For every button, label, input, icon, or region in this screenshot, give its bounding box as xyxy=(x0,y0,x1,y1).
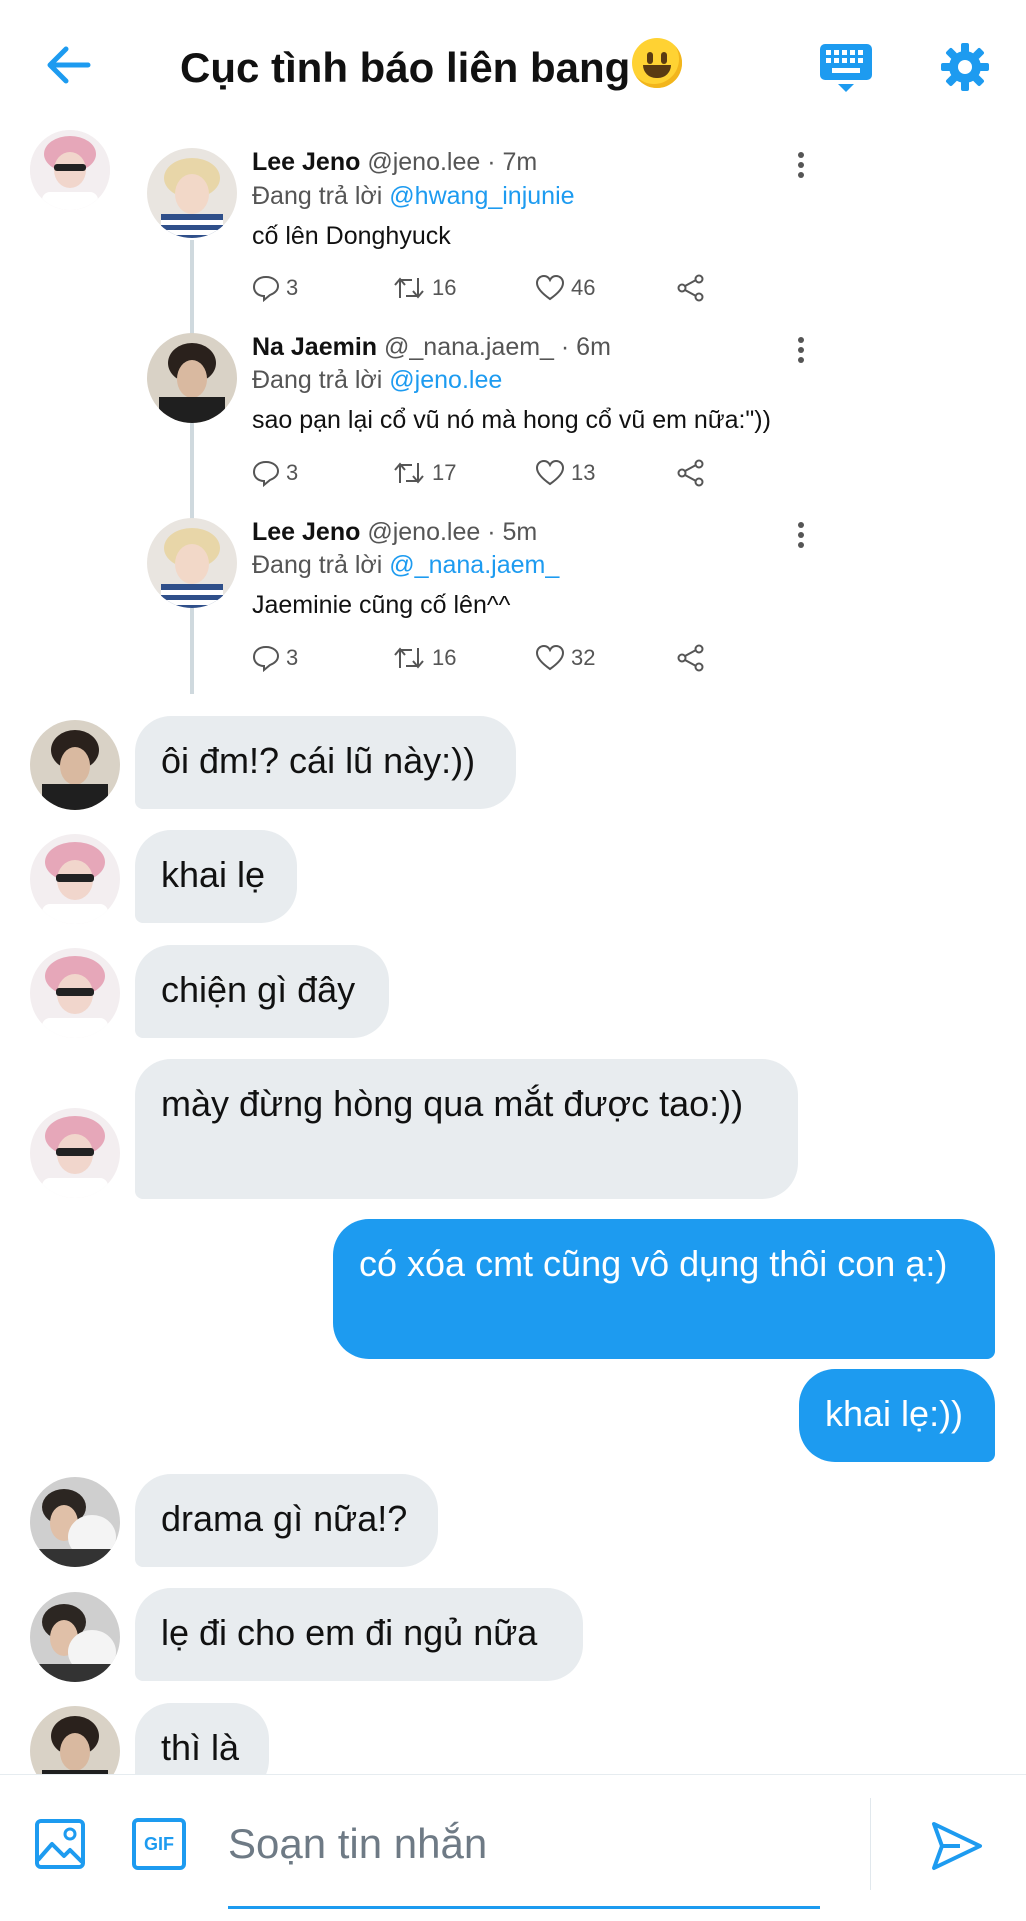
thread-connector-line xyxy=(190,240,194,694)
share-action[interactable] xyxy=(676,456,712,490)
reply-action[interactable]: 3 xyxy=(252,456,298,490)
tweet-text: sao pạn lại cổ vũ nó mà hong cổ vũ em nữ… xyxy=(252,406,771,434)
reply-icon xyxy=(252,460,280,487)
heart-icon xyxy=(535,459,565,486)
message-bubble-incoming[interactable]: khai lẹ xyxy=(135,830,297,923)
more-options-icon[interactable] xyxy=(795,152,807,182)
tweet-header: Lee Jeno @jeno.lee · 7m xyxy=(252,148,537,177)
tweet-actions: 3 17 13 xyxy=(252,456,712,490)
composer-divider xyxy=(870,1798,871,1890)
message-bubble-incoming[interactable]: chiện gì đây xyxy=(135,945,389,1038)
reply-mention-link[interactable]: @hwang_injunie xyxy=(389,182,574,210)
tweet-actions: 3 16 46 xyxy=(252,271,712,305)
message-bubble-incoming[interactable]: mày đừng hòng qua mắt được tao:)) xyxy=(135,1059,798,1199)
heart-icon xyxy=(535,274,565,301)
arrow-left-icon[interactable] xyxy=(44,45,92,85)
reply-action[interactable]: 3 xyxy=(252,271,298,305)
replying-to: Đang trả lời @jeno.lee xyxy=(252,366,503,394)
avatar xyxy=(30,948,120,1038)
retweet-icon xyxy=(394,277,424,299)
tweet-actions: 3 16 32 xyxy=(252,641,712,675)
gif-button[interactable]: GIF xyxy=(132,1818,186,1870)
avatar xyxy=(30,720,120,810)
tweet-header: Na Jaemin @_nana.jaem_ · 6m xyxy=(252,333,611,362)
tweet-text: Jaeminie cũng cố lên^^ xyxy=(252,591,511,619)
share-icon xyxy=(677,274,704,302)
image-icon[interactable] xyxy=(34,1818,86,1870)
like-action[interactable]: 46 xyxy=(535,271,595,305)
like-action[interactable]: 32 xyxy=(535,641,595,675)
avatar xyxy=(147,333,237,423)
tweet-header: Lee Jeno @jeno.lee · 5m xyxy=(252,518,537,547)
message-bubble-incoming[interactable]: thì là xyxy=(135,1703,269,1774)
share-icon xyxy=(677,644,704,672)
more-options-icon[interactable] xyxy=(795,522,807,552)
tweet-time: · 5m xyxy=(487,518,538,546)
avatar xyxy=(147,518,237,608)
like-action[interactable]: 13 xyxy=(535,456,595,490)
message-bubble-incoming[interactable]: drama gì nữa!? xyxy=(135,1474,438,1567)
tweet-author-name: Na Jaemin xyxy=(252,333,378,361)
heart-icon xyxy=(535,644,565,671)
retweet-action[interactable]: 16 xyxy=(392,271,456,305)
reply-mention-link[interactable]: @jeno.lee xyxy=(389,366,502,394)
replying-to: Đang trả lời @_nana.jaem_ xyxy=(252,551,560,579)
input-underline xyxy=(228,1906,820,1909)
conversation-title: Cục tình báo liên bang xyxy=(180,38,683,92)
smiley-emoji-icon xyxy=(632,38,683,88)
message-input[interactable]: Soạn tin nhắn xyxy=(228,1820,487,1868)
tweet-author-name: Lee Jeno xyxy=(252,518,361,546)
message-clip: thì là xyxy=(0,1700,1026,1774)
tweet-text: cố lên Donghyuck xyxy=(252,222,451,250)
retweet-action[interactable]: 17 xyxy=(392,456,456,490)
message-bubble-incoming[interactable]: lẹ đi cho em đi ngủ nữa xyxy=(135,1588,583,1681)
message-bubble-incoming[interactable]: ôi đm!? cái lũ này:)) xyxy=(135,716,516,809)
share-icon xyxy=(677,459,704,487)
more-options-icon[interactable] xyxy=(795,337,807,367)
tweet-time: · 7m xyxy=(487,148,538,176)
retweet-icon xyxy=(394,647,424,669)
reply-icon xyxy=(252,645,280,672)
reply-mention-link[interactable]: @_nana.jaem_ xyxy=(389,551,559,579)
avatar xyxy=(30,1108,120,1198)
avatar xyxy=(30,834,120,924)
avatar xyxy=(30,1592,120,1682)
tweet-author-handle: @jeno.lee xyxy=(367,518,481,546)
message-bubble-outgoing[interactable]: khai lẹ:)) xyxy=(799,1369,995,1462)
conversation-header: Cục tình báo liên bang xyxy=(0,0,1026,130)
gear-icon[interactable] xyxy=(940,42,990,92)
share-action[interactable] xyxy=(676,271,712,305)
keyboard-icon[interactable] xyxy=(818,42,874,96)
message-bubble-outgoing[interactable]: có xóa cmt cũng vô dụng thôi con ạ:) xyxy=(333,1219,995,1359)
share-action[interactable] xyxy=(676,641,712,675)
avatar xyxy=(30,1706,120,1774)
tweet-author-name: Lee Jeno xyxy=(252,148,361,176)
send-icon[interactable] xyxy=(930,1820,984,1872)
avatar xyxy=(30,130,110,210)
tweet-author-handle: @jeno.lee xyxy=(367,148,481,176)
retweet-icon xyxy=(394,462,424,484)
tweet-time: · 6m xyxy=(560,333,611,361)
reply-icon xyxy=(252,275,280,302)
retweet-action[interactable]: 16 xyxy=(392,641,456,675)
reply-action[interactable]: 3 xyxy=(252,641,298,675)
tweet-author-handle: @_nana.jaem_ xyxy=(384,333,554,361)
avatar xyxy=(30,1477,120,1567)
replying-to: Đang trả lời @hwang_injunie xyxy=(252,182,575,210)
avatar xyxy=(147,148,237,238)
